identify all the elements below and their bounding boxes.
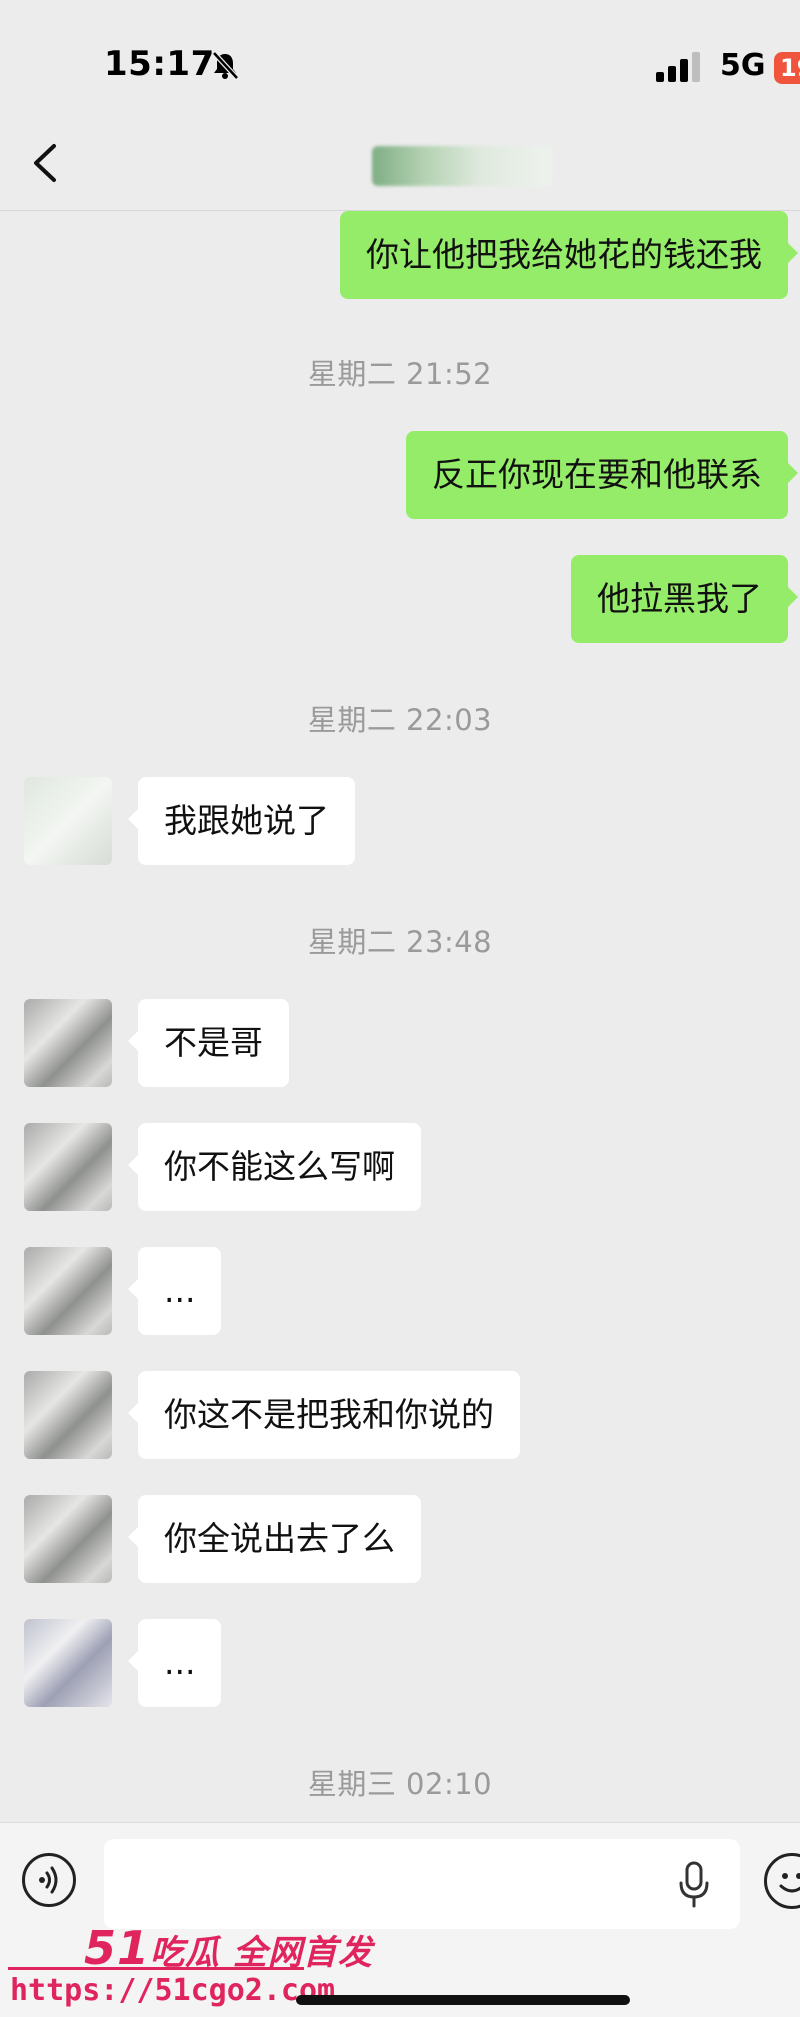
timestamp: 星期三 02:10	[307, 1767, 493, 1801]
message-outgoing[interactable]: 你让他把我给她花的钱还我	[340, 211, 798, 299]
watermark-url: https://51cgo2.com	[10, 1973, 336, 2008]
message-outgoing[interactable]: 他拉黑我了	[571, 555, 798, 643]
bell-muted-icon	[212, 51, 239, 80]
emoji-icon[interactable]	[764, 1853, 800, 1909]
message-incoming[interactable]: 你全说出去了么	[128, 1495, 421, 1583]
home-indicator[interactable]	[296, 1995, 630, 2005]
contact-avatar[interactable]	[24, 777, 112, 865]
watermark-divider	[8, 1967, 304, 1970]
contact-avatar[interactable]	[24, 1123, 112, 1211]
chat-area[interactable]: 你让他把我给她花的钱还我 星期二 21:52 反正你现在要和他联系 他拉黑我了 …	[0, 211, 800, 1821]
message-incoming[interactable]: ...	[127, 1619, 222, 1707]
contact-name-blurred[interactable]	[372, 146, 552, 186]
timestamp: 星期二 23:48	[307, 925, 493, 959]
message-incoming[interactable]: 你不能这么写啊	[128, 1123, 421, 1211]
contact-avatar[interactable]	[24, 1371, 112, 1459]
voice-icon[interactable]	[22, 1853, 76, 1907]
contact-avatar[interactable]	[24, 1495, 112, 1583]
signal-bars-icon	[656, 52, 700, 82]
message-incoming[interactable]: ...	[127, 1247, 222, 1335]
timestamp: 星期二 21:52	[307, 357, 493, 391]
status-bar: 15:17 5G 19	[0, 0, 800, 120]
microphone-icon[interactable]	[676, 1861, 712, 1909]
contact-avatar[interactable]	[24, 999, 112, 1087]
contact-avatar[interactable]	[24, 1619, 112, 1707]
message-incoming[interactable]: 我跟她说了	[128, 777, 355, 865]
input-bar: 51吃瓜 全网首发 https://51cgo2.com	[0, 1822, 800, 2017]
contact-avatar[interactable]	[24, 1247, 112, 1335]
message-incoming[interactable]: 不是哥	[128, 999, 289, 1087]
battery-badge: 19	[774, 52, 800, 84]
timestamp: 星期二 22:03	[307, 703, 493, 737]
status-time: 15:17	[104, 44, 215, 84]
chevron-left-icon[interactable]	[26, 138, 66, 188]
message-input[interactable]	[104, 1839, 740, 1929]
nav-bar	[0, 120, 800, 211]
message-incoming[interactable]: 你这不是把我和你说的	[128, 1371, 520, 1459]
message-outgoing[interactable]: 反正你现在要和他联系	[406, 431, 798, 519]
network-label: 5G	[720, 48, 766, 83]
